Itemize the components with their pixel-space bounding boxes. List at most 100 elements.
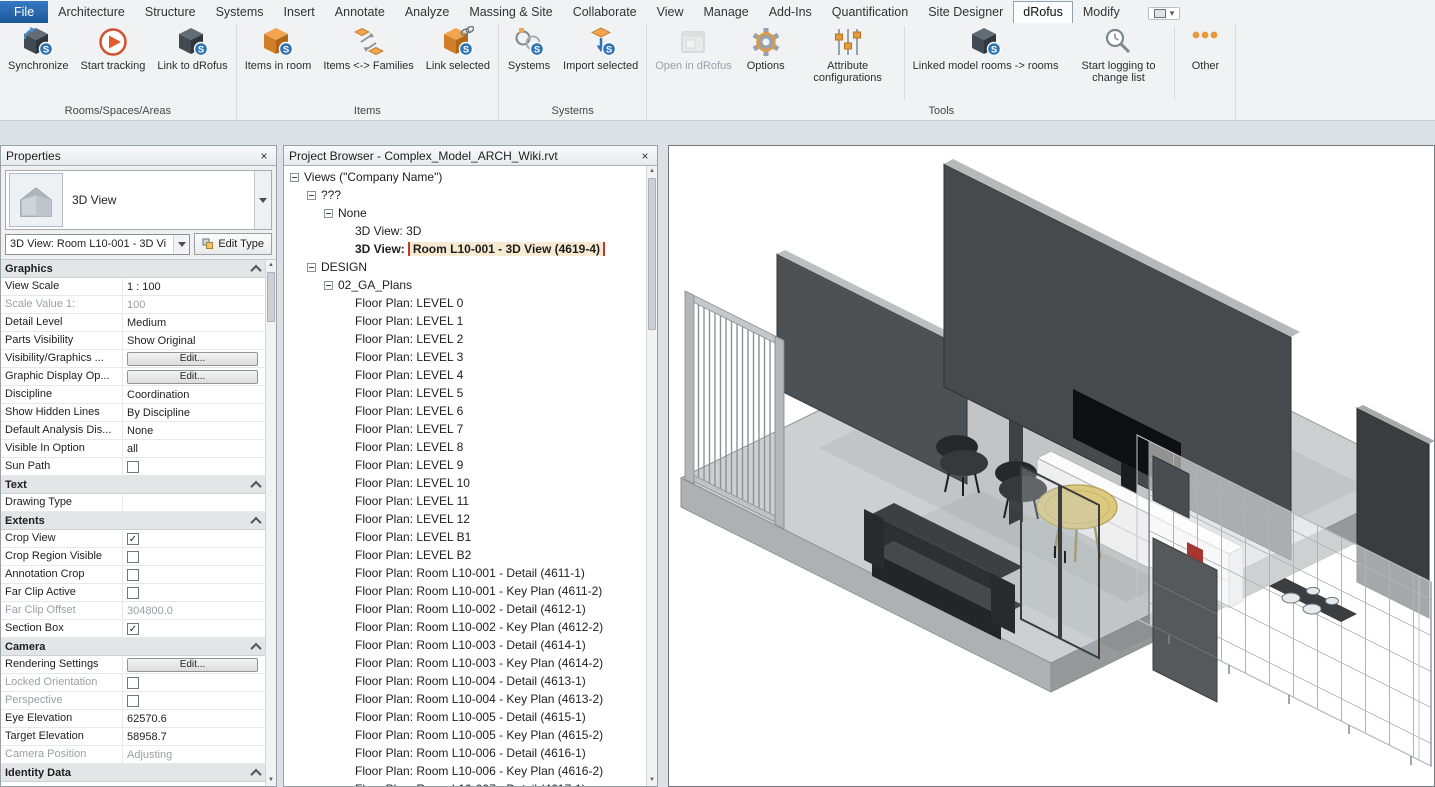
collapse-chevron-icon[interactable] [250, 480, 261, 491]
tree-item-floor-plan-room-l10-004-key-plan-4613-2[interactable]: Floor Plan: Room L10-004 - Key Plan (461… [284, 690, 646, 708]
tree-item-floor-plan-level-9[interactable]: Floor Plan: LEVEL 9 [284, 456, 646, 474]
close-icon[interactable] [257, 149, 271, 163]
property-value[interactable]: 58958.7 [123, 728, 265, 745]
ribbon-tab-site-designer[interactable]: Site Designer [918, 1, 1013, 23]
ribbon-display-toggle[interactable]: ▾ [1148, 7, 1181, 20]
checkbox[interactable] [127, 677, 139, 689]
scrollbar-thumb[interactable] [267, 272, 275, 322]
property-value[interactable]: 304800.0 [123, 602, 265, 619]
tree-item-3d-view-3d[interactable]: 3D View: 3D [284, 222, 646, 240]
tree-item-floor-plan-room-l10-002-key-plan-4612-2[interactable]: Floor Plan: Room L10-002 - Key Plan (461… [284, 618, 646, 636]
property-value[interactable]: ✓ [123, 530, 265, 547]
ribbon-button-options[interactable]: Options [738, 23, 794, 74]
3d-viewport[interactable] [668, 145, 1435, 787]
property-value[interactable]: Coordination [123, 386, 265, 403]
section-header-extents[interactable]: Extents [1, 512, 265, 530]
property-value[interactable] [123, 566, 265, 583]
property-value[interactable]: None [123, 422, 265, 439]
tree-item-floor-plan-room-l10-007-detail-4617-1[interactable]: Floor Plan: Room L10-007 - Detail (4617-… [284, 780, 646, 786]
tree-item-floor-plan-level-3[interactable]: Floor Plan: LEVEL 3 [284, 348, 646, 366]
tree-item-floor-plan-level-6[interactable]: Floor Plan: LEVEL 6 [284, 402, 646, 420]
tree-item-floor-plan-level-11[interactable]: Floor Plan: LEVEL 11 [284, 492, 646, 510]
ribbon-button-link-to-drofus[interactable]: SLink to dRofus [151, 23, 233, 74]
property-value[interactable] [123, 692, 265, 709]
checkbox[interactable]: ✓ [127, 533, 139, 545]
ribbon-tab-collaborate[interactable]: Collaborate [563, 1, 647, 23]
tree-item-item[interactable]: ??? [284, 186, 646, 204]
property-value[interactable]: Medium [123, 314, 265, 331]
section-header-camera[interactable]: Camera [1, 638, 265, 656]
edit-button[interactable]: Edit... [127, 370, 258, 384]
ribbon-tab-insert[interactable]: Insert [274, 1, 325, 23]
property-value[interactable]: 1 : 100 [123, 278, 265, 295]
property-value[interactable]: 100 [123, 296, 265, 313]
ribbon-tab-annotate[interactable]: Annotate [325, 1, 395, 23]
ribbon-button-other[interactable]: Other [1177, 23, 1233, 74]
tree-item-floor-plan-room-l10-001-key-plan-4611-2[interactable]: Floor Plan: Room L10-001 - Key Plan (461… [284, 582, 646, 600]
tree-item-floor-plan-level-10[interactable]: Floor Plan: LEVEL 10 [284, 474, 646, 492]
tree-expander-icon[interactable] [307, 263, 316, 272]
tree-item-floor-plan-level-4[interactable]: Floor Plan: LEVEL 4 [284, 366, 646, 384]
tree-item-floor-plan-level-12[interactable]: Floor Plan: LEVEL 12 [284, 510, 646, 528]
property-value[interactable] [123, 458, 265, 475]
checkbox[interactable]: ✓ [127, 623, 139, 635]
checkbox[interactable] [127, 587, 139, 599]
tree-item-design[interactable]: DESIGN [284, 258, 646, 276]
tree-expander-icon[interactable] [324, 209, 333, 218]
collapse-chevron-icon[interactable] [250, 642, 261, 653]
collapse-chevron-icon[interactable] [250, 516, 261, 527]
ribbon-tab-architecture[interactable]: Architecture [48, 1, 135, 23]
ribbon-button-attribute-configurations[interactable]: Attribute configurations [794, 23, 902, 86]
property-value[interactable] [123, 548, 265, 565]
ribbon-tab-add-ins[interactable]: Add-Ins [759, 1, 822, 23]
tree-item-02-ga-plans[interactable]: 02_GA_Plans [284, 276, 646, 294]
collapse-chevron-icon[interactable] [250, 768, 261, 779]
ribbon-tab-quantification[interactable]: Quantification [822, 1, 918, 23]
properties-scrollbar[interactable] [265, 260, 276, 786]
ribbon-button-items-in-room[interactable]: SItems in room [239, 23, 318, 74]
view-selector[interactable]: 3D View: Room L10-001 - 3D Vi [5, 234, 190, 255]
ribbon-tab-drofus[interactable]: dRofus [1013, 1, 1073, 23]
scroll-up-icon[interactable] [266, 260, 276, 271]
tree-item-floor-plan-level-5[interactable]: Floor Plan: LEVEL 5 [284, 384, 646, 402]
property-value[interactable]: Edit... [123, 368, 265, 385]
ribbon-button-import-selected[interactable]: SImport selected [557, 23, 644, 74]
tree-expander-icon[interactable] [324, 281, 333, 290]
property-value[interactable]: Show Original [123, 332, 265, 349]
tree-item-floor-plan-room-l10-001-detail-4611-1[interactable]: Floor Plan: Room L10-001 - Detail (4611-… [284, 564, 646, 582]
tree-item-floor-plan-level-1[interactable]: Floor Plan: LEVEL 1 [284, 312, 646, 330]
ribbon-button-link-selected[interactable]: SLink selected [420, 23, 496, 74]
property-value[interactable]: ✓ [123, 620, 265, 637]
checkbox[interactable] [127, 461, 139, 473]
tree-item-floor-plan-level-0[interactable]: Floor Plan: LEVEL 0 [284, 294, 646, 312]
tree-item-floor-plan-level-b2[interactable]: Floor Plan: LEVEL B2 [284, 546, 646, 564]
property-value[interactable]: Edit... [123, 350, 265, 367]
property-value[interactable]: Edit... [123, 656, 265, 673]
ribbon-tab-file[interactable]: File [0, 1, 48, 23]
ribbon-button-start-tracking[interactable]: Start tracking [75, 23, 152, 74]
property-value[interactable]: By Discipline [123, 404, 265, 421]
edit-button[interactable]: Edit... [127, 658, 258, 672]
type-selector[interactable]: 3D View [5, 170, 272, 230]
highlighted-view-name[interactable]: Room L10-001 - 3D View (4619-4) [408, 242, 605, 256]
tree-item-floor-plan-room-l10-005-key-plan-4615-2[interactable]: Floor Plan: Room L10-005 - Key Plan (461… [284, 726, 646, 744]
property-value[interactable] [123, 584, 265, 601]
property-value[interactable] [123, 674, 265, 691]
collapse-chevron-icon[interactable] [250, 264, 261, 275]
tree-item-floor-plan-room-l10-004-detail-4613-1[interactable]: Floor Plan: Room L10-004 - Detail (4613-… [284, 672, 646, 690]
checkbox[interactable] [127, 695, 139, 707]
tree-item-floor-plan-room-l10-002-detail-4612-1[interactable]: Floor Plan: Room L10-002 - Detail (4612-… [284, 600, 646, 618]
tree-item-floor-plan-level-7[interactable]: Floor Plan: LEVEL 7 [284, 420, 646, 438]
chevron-down-icon[interactable] [173, 235, 189, 254]
close-icon[interactable] [638, 149, 652, 163]
ribbon-button-items-families[interactable]: Items <-> Families [317, 23, 419, 74]
property-value[interactable]: all [123, 440, 265, 457]
tree-expander-icon[interactable] [290, 173, 299, 182]
edit-button[interactable]: Edit... [127, 352, 258, 366]
browser-scrollbar[interactable] [646, 166, 657, 786]
tree-item-floor-plan-level-b1[interactable]: Floor Plan: LEVEL B1 [284, 528, 646, 546]
property-value[interactable] [123, 494, 265, 511]
tree-item-floor-plan-level-8[interactable]: Floor Plan: LEVEL 8 [284, 438, 646, 456]
ribbon-tab-modify[interactable]: Modify [1073, 1, 1130, 23]
tree-expander-icon[interactable] [307, 191, 316, 200]
